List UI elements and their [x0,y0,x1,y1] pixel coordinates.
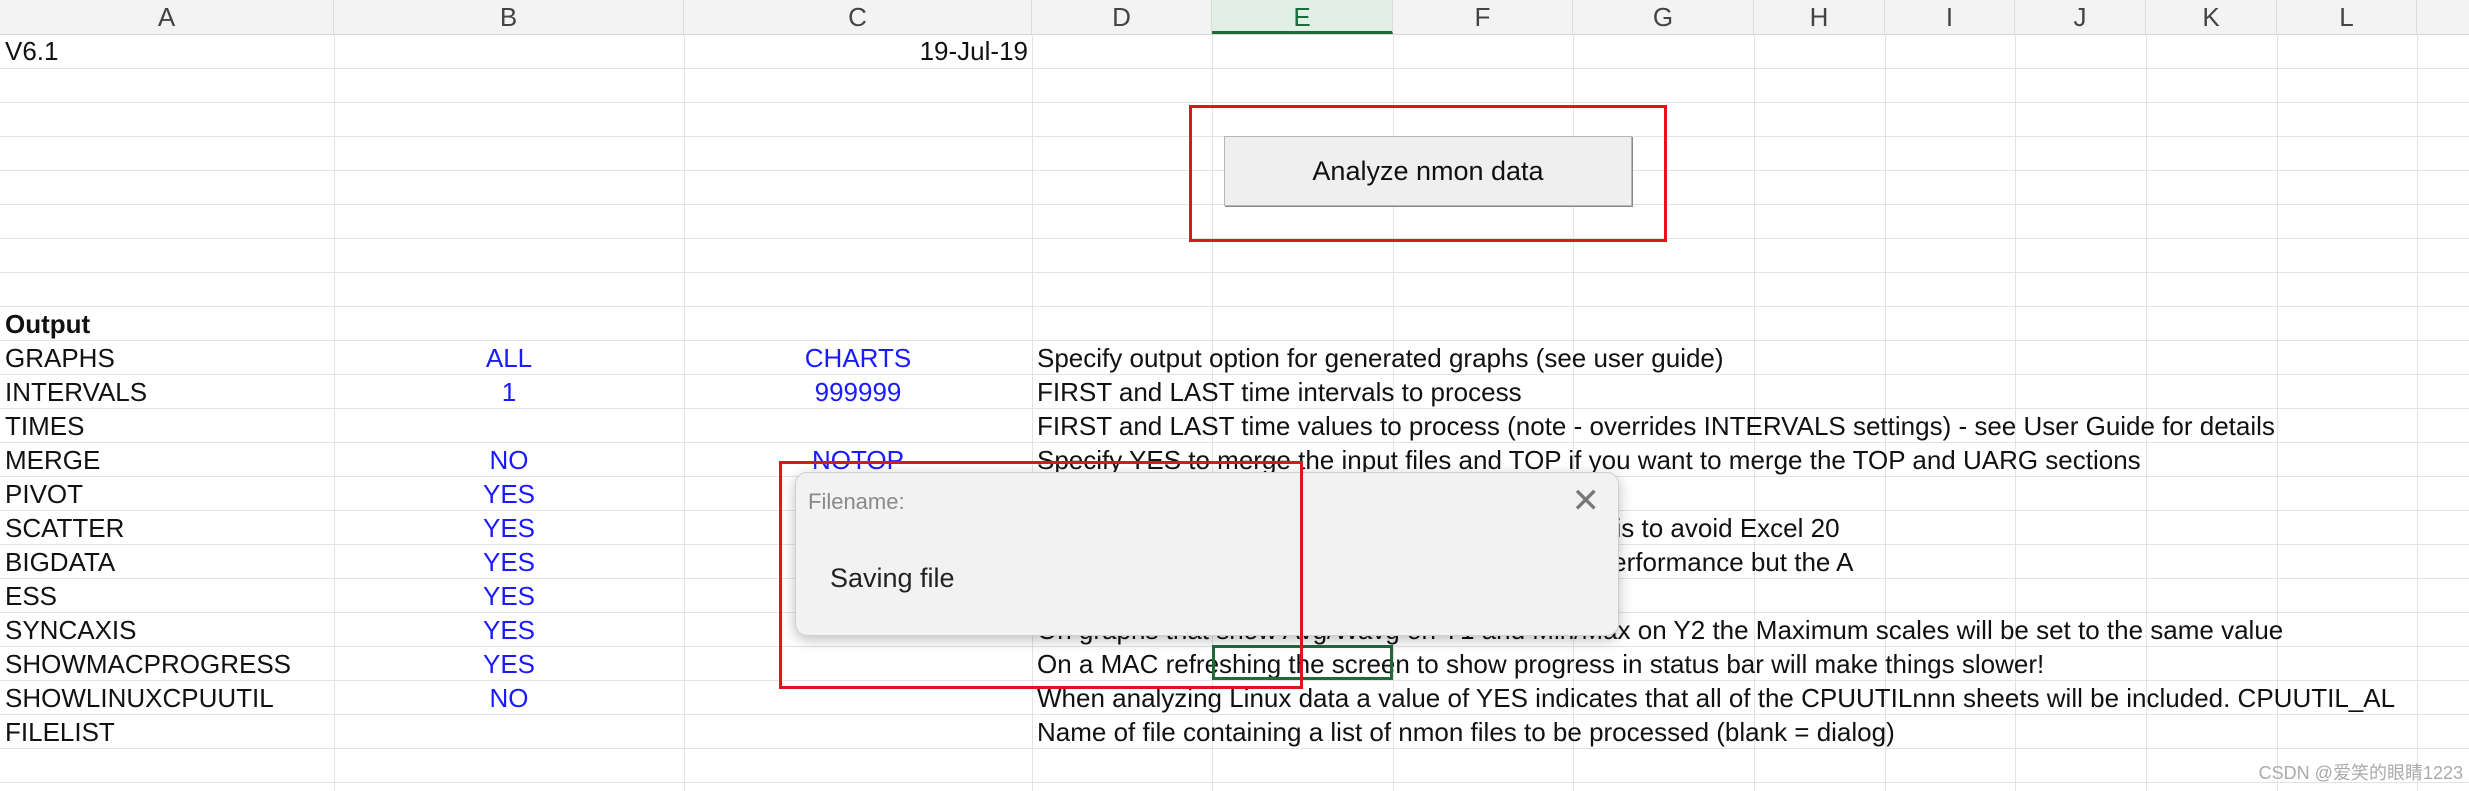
setting-name[interactable]: PIVOT [5,477,330,511]
grid-line-horizontal [0,68,2469,69]
watermark: CSDN @爱笑的眼睛1223 [2258,763,2463,783]
column-header-a[interactable]: A [0,0,334,34]
setting-name[interactable]: TIMES [5,409,330,443]
column-header-h[interactable]: H [1754,0,1885,34]
setting-name[interactable]: MERGE [5,443,330,477]
setting-name[interactable]: SHOWLINUXCPUUTIL [5,681,330,715]
setting-value-b[interactable] [334,409,684,443]
setting-value-b[interactable]: YES [334,613,684,647]
setting-value-b[interactable]: ALL [334,341,684,375]
setting-value-c[interactable]: 999999 [684,375,1032,409]
setting-name[interactable]: FILELIST [5,715,330,749]
setting-value-b[interactable] [334,715,684,749]
column-header-k[interactable]: K [2146,0,2277,34]
setting-name[interactable]: SCATTER [5,511,330,545]
active-cell-selection [1212,645,1393,680]
column-header-j[interactable]: J [2015,0,2146,34]
grid-line-horizontal [0,238,2469,239]
setting-name[interactable]: SHOWMACPROGRESS [5,647,330,681]
column-header-d[interactable]: D [1032,0,1212,34]
column-header-b[interactable]: B [334,0,684,34]
setting-description[interactable]: Name of file containing a list of nmon f… [1037,715,2457,749]
setting-name[interactable]: ESS [5,579,330,613]
setting-value-c[interactable] [684,647,1032,681]
setting-description[interactable]: When analyzing Linux data a value of YES… [1037,681,2457,715]
setting-name[interactable]: BIGDATA [5,545,330,579]
setting-description[interactable]: FIRST and LAST time values to process (n… [1037,409,2457,443]
setting-value-b[interactable]: YES [334,511,684,545]
column-header-f[interactable]: F [1393,0,1573,34]
setting-value-c[interactable] [684,409,1032,443]
setting-description[interactable]: Specify output option for generated grap… [1037,341,2457,375]
setting-value-b[interactable]: YES [334,477,684,511]
grid-line-horizontal [0,782,2469,783]
column-header-g[interactable]: G [1573,0,1754,34]
cell-a1-version[interactable]: V6.1 [5,34,59,68]
dialog-message: Saving file [830,563,955,593]
setting-value-c[interactable] [684,681,1032,715]
cell-c1-date[interactable]: 19-Jul-19 [684,34,1028,68]
saving-dialog: Filename: ✕ Saving file [795,472,1619,636]
column-header-bar: A B C D E F G H I J K L [0,0,2469,35]
setting-name[interactable]: GRAPHS [5,341,330,375]
grid-line-horizontal [0,306,2469,307]
setting-value-c[interactable]: CHARTS [684,341,1032,375]
column-header-e[interactable]: E [1212,0,1393,34]
column-header-i[interactable]: I [1885,0,2015,34]
dialog-title: Filename: [808,489,905,514]
grid-line-horizontal [0,272,2469,273]
setting-name[interactable]: INTERVALS [5,375,330,409]
column-header-c[interactable]: C [684,0,1032,34]
setting-value-b[interactable]: 1 [334,375,684,409]
setting-value-b[interactable]: NO [334,443,684,477]
grid-line-horizontal [0,102,2469,103]
setting-name[interactable]: SYNCAXIS [5,613,330,647]
grid-line-vertical [1032,34,1033,791]
setting-value-b[interactable]: YES [334,545,684,579]
analyze-nmon-data-button[interactable]: Analyze nmon data [1224,136,1632,206]
close-icon[interactable]: ✕ [1572,481,1601,521]
setting-value-c[interactable] [684,715,1032,749]
setting-value-b[interactable]: YES [334,647,684,681]
setting-description[interactable]: FIRST and LAST time intervals to process [1037,375,2457,409]
setting-value-b[interactable]: NO [334,681,684,715]
output-heading: Output [5,309,91,339]
column-header-l[interactable]: L [2277,0,2417,34]
setting-value-b[interactable]: YES [334,579,684,613]
